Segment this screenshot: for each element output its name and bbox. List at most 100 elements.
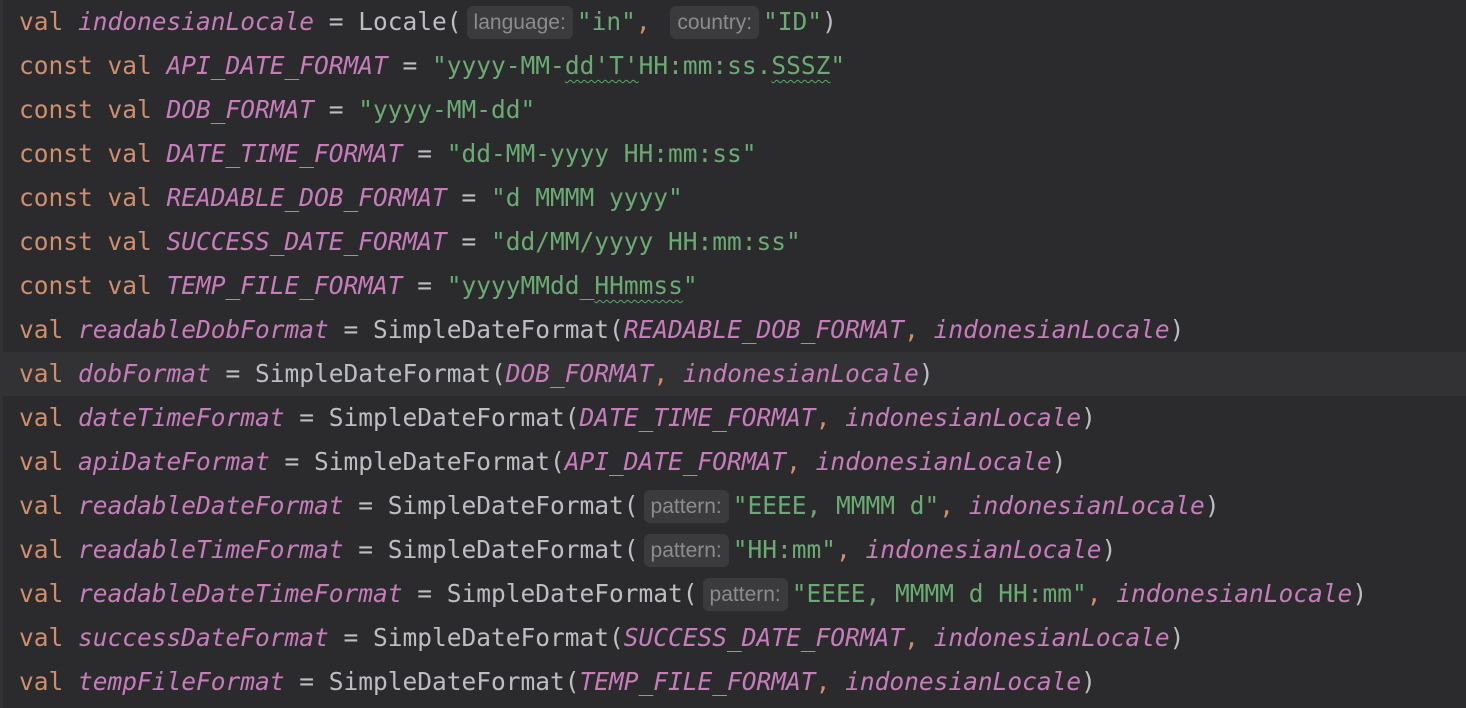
code-token: = (446, 227, 492, 256)
keyword-token: val (19, 403, 79, 432)
keyword-token: , (815, 667, 846, 696)
identifier-token: indonesianLocale (1116, 579, 1353, 608)
code-line[interactable]: val dateTimeFormat = SimpleDateFormat(DA… (0, 396, 1466, 440)
keyword-token: val (19, 447, 79, 476)
identifier-token: READABLE_DOB_FORMAT (623, 315, 905, 344)
string-literal: "EEEE, MMMM d" (732, 491, 940, 520)
identifier-token: readableTimeFormat (78, 535, 344, 564)
identifier-token: indonesianLocale (682, 359, 919, 388)
identifier-token: indonesianLocale (845, 667, 1082, 696)
code-token: = SimpleDateFormat( (328, 623, 624, 652)
string-literal: "yyyyMMdd_ (446, 271, 595, 300)
code-line[interactable]: val readableDobFormat = SimpleDateFormat… (0, 308, 1466, 352)
keyword-token: const val (19, 271, 167, 300)
code-line[interactable]: val apiDateFormat = SimpleDateFormat(API… (0, 440, 1466, 484)
code-token: ) (822, 7, 837, 36)
code-token: = Locale( (314, 7, 462, 36)
keyword-token: , (635, 7, 666, 36)
identifier-token: API_DATE_FORMAT (564, 447, 787, 476)
code-line[interactable]: val successDateFormat = SimpleDateFormat… (0, 616, 1466, 660)
code-token: ) (1051, 447, 1067, 476)
keyword-token: , (815, 403, 846, 432)
code-line[interactable]: val readableDateTimeFormat = SimpleDateF… (0, 572, 1466, 616)
code-token: = SimpleDateFormat( (343, 491, 639, 520)
code-token: = (387, 51, 433, 80)
string-literal: "dd-MM-yyyy HH:mm:ss" (446, 139, 757, 168)
code-line[interactable]: val indonesianLocale = Locale(language: "… (0, 0, 1466, 44)
identifier-token: readableDateFormat (78, 491, 344, 520)
identifier-token: indonesianLocale (78, 7, 315, 36)
keyword-token: val (19, 667, 79, 696)
string-literal: "d MMMM yyyy" (491, 183, 683, 212)
keyword-token: const val (19, 139, 167, 168)
code-token: = (402, 139, 447, 168)
code-line[interactable]: val dobFormat = SimpleDateFormat(DOB_FOR… (0, 352, 1466, 396)
code-token: = (314, 95, 359, 124)
parameter-hint: country: (670, 5, 760, 39)
code-token: = SimpleDateFormat( (402, 579, 698, 608)
identifier-token: readableDobFormat (78, 315, 329, 344)
string-literal: " (830, 51, 846, 80)
keyword-token: val (19, 491, 79, 520)
string-literal: HH:mm:ss. (638, 51, 772, 80)
keyword-token: , (836, 535, 866, 564)
identifier-token: indonesianLocale (933, 315, 1170, 344)
code-token: = (402, 271, 447, 300)
parameter-hint: pattern: (702, 577, 788, 611)
code-line[interactable]: val tempFileFormat = SimpleDateFormat(TE… (0, 660, 1466, 704)
identifier-token: readableDateTimeFormat (78, 579, 403, 608)
keyword-token: val (19, 535, 79, 564)
code-line[interactable]: val readableDateFormat = SimpleDateForma… (0, 484, 1466, 528)
identifier-token: API_DATE_FORMAT (166, 51, 388, 80)
keyword-token: , (904, 623, 934, 652)
identifier-token: DOB_FORMAT (505, 359, 654, 388)
code-line[interactable]: const val DOB_FORMAT = "yyyy-MM-dd" (0, 88, 1466, 132)
string-literal: HHmmss (594, 271, 683, 300)
code-lines[interactable]: val indonesianLocale = Locale(language: "… (0, 0, 1466, 704)
string-literal: "dd/MM/yyyy HH:mm:ss" (491, 227, 801, 256)
code-line[interactable]: val readableTimeFormat = SimpleDateForma… (0, 528, 1466, 572)
code-token: = SimpleDateFormat( (284, 403, 580, 432)
keyword-token: val (19, 315, 79, 344)
string-literal: dd'T' (564, 51, 639, 80)
identifier-token: SUCCESS_DATE_FORMAT (166, 227, 447, 256)
identifier-token: tempFileFormat (78, 667, 285, 696)
string-literal: "ID" (763, 7, 823, 36)
identifier-token: TEMP_FILE_FORMAT (579, 667, 816, 696)
code-editor[interactable]: val indonesianLocale = Locale(language: "… (0, 0, 1466, 708)
keyword-token: val (19, 579, 79, 608)
identifier-token: DATE_TIME_FORMAT (579, 403, 816, 432)
string-literal: "EEEE, MMMM d HH:mm" (791, 579, 1087, 608)
keyword-token: const val (19, 227, 167, 256)
keyword-token: const val (19, 95, 167, 124)
code-token: ) (1204, 491, 1220, 520)
keyword-token: , (904, 315, 934, 344)
code-line[interactable]: const val API_DATE_FORMAT = "yyyy-MM-dd'… (0, 44, 1466, 88)
identifier-token: DATE_TIME_FORMAT (166, 139, 403, 168)
code-line[interactable]: const val TEMP_FILE_FORMAT = "yyyyMMdd_ H… (0, 264, 1466, 308)
keyword-token: , (786, 447, 816, 476)
string-literal: SSSZ (771, 51, 831, 80)
code-line[interactable]: const val DATE_TIME_FORMAT = "dd-MM-yyyy… (0, 132, 1466, 176)
code-line[interactable]: const val READABLE_DOB_FORMAT = "d MMMM … (0, 176, 1466, 220)
code-token: = SimpleDateFormat( (269, 447, 565, 476)
code-line[interactable]: const val SUCCESS_DATE_FORMAT = "dd/MM/y… (0, 220, 1466, 264)
keyword-token: const val (19, 51, 167, 80)
string-literal: "yyyy-MM- (432, 51, 565, 80)
code-token: = SimpleDateFormat( (328, 315, 624, 344)
code-token: ) (1169, 623, 1185, 652)
code-token: ) (918, 359, 934, 388)
identifier-token: READABLE_DOB_FORMAT (166, 183, 447, 212)
identifier-token: dateTimeFormat (78, 403, 285, 432)
string-literal: "HH:mm" (732, 535, 837, 564)
identifier-token: indonesianLocale (933, 623, 1170, 652)
string-literal: "in" (576, 7, 636, 36)
code-token: = SimpleDateFormat( (343, 535, 639, 564)
identifier-token: successDateFormat (78, 623, 329, 652)
identifier-token: DOB_FORMAT (166, 95, 315, 124)
code-token: ) (1081, 667, 1096, 696)
identifier-token: TEMP_FILE_FORMAT (166, 271, 403, 300)
identifier-token: indonesianLocale (865, 535, 1102, 564)
keyword-token: val (19, 7, 79, 36)
code-token: ) (1169, 315, 1185, 344)
